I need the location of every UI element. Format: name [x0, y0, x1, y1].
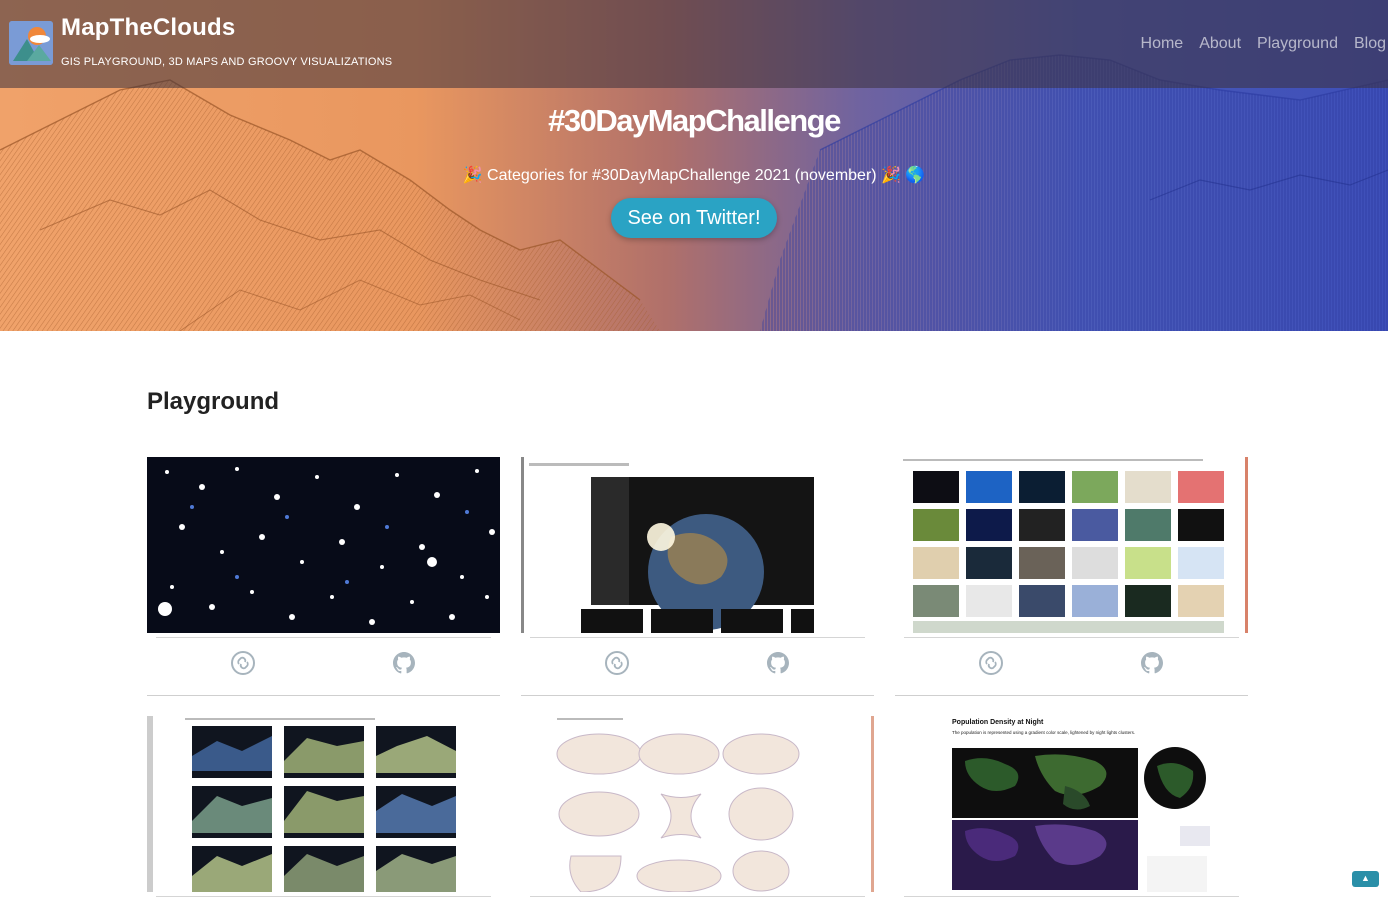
- card-divider: [156, 896, 491, 897]
- card-thumbnail-population[interactable]: Population Density at Night The populati…: [895, 716, 1248, 892]
- card-links: [895, 650, 1248, 678]
- card-thumbnail-map-grid[interactable]: [895, 457, 1248, 633]
- nav-about[interactable]: About: [1199, 35, 1241, 53]
- card-links: [521, 650, 874, 678]
- nav-home[interactable]: Home: [1141, 35, 1184, 53]
- top-navbar: MapTheClouds GIS PLAYGROUND, 3D MAPS AND…: [0, 0, 1388, 88]
- chevron-up-icon: ▲: [1361, 873, 1370, 883]
- scroll-to-top-button[interactable]: ▲: [1352, 871, 1379, 887]
- link-icon[interactable]: [230, 650, 256, 676]
- card-thumbnail-earth[interactable]: [521, 457, 874, 633]
- brand-subtitle: GIS PLAYGROUND, 3D MAPS AND GROOVY VISUA…: [61, 56, 393, 68]
- card-thumbnail-starfield[interactable]: [147, 457, 500, 633]
- card-links: [147, 650, 500, 678]
- github-icon[interactable]: [1139, 650, 1165, 676]
- card-divider: [904, 637, 1239, 638]
- card-divider: [530, 637, 865, 638]
- nav-blog[interactable]: Blog: [1354, 35, 1386, 53]
- card-divider: [904, 896, 1239, 897]
- brand-title[interactable]: MapTheClouds: [61, 14, 235, 42]
- card-bottom-line: [521, 695, 874, 696]
- hero-banner: MapTheClouds GIS PLAYGROUND, 3D MAPS AND…: [0, 0, 1388, 331]
- card-divider: [156, 637, 491, 638]
- see-on-twitter-button[interactable]: See on Twitter!: [611, 198, 777, 238]
- card-thumbnail-projections[interactable]: [521, 716, 874, 892]
- card-bottom-line: [895, 695, 1248, 696]
- github-icon[interactable]: [391, 650, 417, 676]
- card-divider: [530, 896, 865, 897]
- hero-subtitle: 🎉 Categories for #30DayMapChallenge 2021…: [462, 167, 926, 184]
- nav-playground[interactable]: Playground: [1257, 35, 1338, 53]
- link-icon[interactable]: [604, 650, 630, 676]
- link-icon[interactable]: [978, 650, 1004, 676]
- main-nav: Home About Playground Blog: [1141, 35, 1386, 53]
- hero-title: #30DayMapChallenge: [548, 103, 841, 138]
- card-bottom-line: [147, 695, 500, 696]
- github-icon[interactable]: [765, 650, 791, 676]
- card-thumbnail-terrain[interactable]: [147, 716, 500, 892]
- section-title: Playground: [147, 388, 280, 415]
- site-logo[interactable]: [9, 21, 53, 65]
